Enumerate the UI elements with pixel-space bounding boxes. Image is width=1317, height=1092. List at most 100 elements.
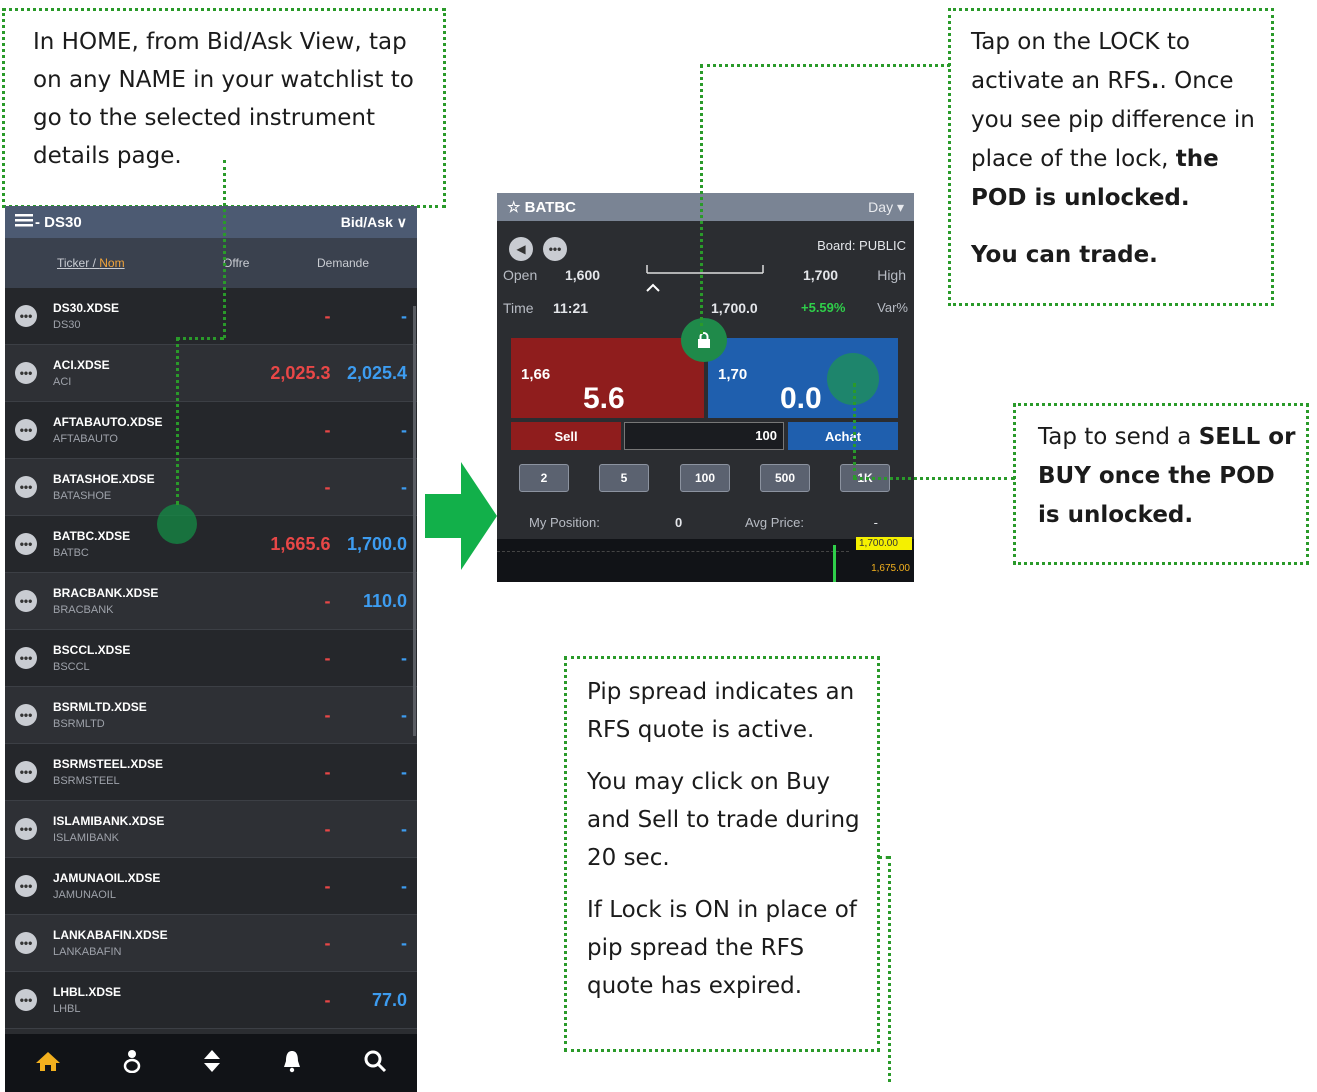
ticker-name[interactable]: ISLAMIBANK [53,832,225,844]
list-item[interactable]: ••• AFTABAUTO.XDSE AFTABAUTO - - [5,402,417,459]
ticker-cell[interactable]: LANKABAFIN.XDSE LANKABAFIN [53,928,225,958]
buy-price-big: 0.0 [780,382,822,415]
list-item[interactable]: ••• JAMUNAOIL.XDSE JAMUNAOIL - - [5,858,417,915]
sell-button[interactable]: Sell [511,422,621,450]
ticker-name[interactable]: JAMUNAOIL [53,889,225,901]
more-icon[interactable]: ••• [15,533,37,555]
ticker-name[interactable]: BSCCL [53,661,225,673]
high-label: High [877,267,906,283]
ticker-cell[interactable]: BSRMSTEEL.XDSE BSRMSTEEL [53,757,225,787]
ticker-symbol[interactable]: LHBL.XDSE [53,985,225,999]
ticker-cell[interactable]: ISLAMIBANK.XDSE ISLAMIBANK [53,814,225,844]
ticker-symbol[interactable]: BSCCL.XDSE [53,643,225,657]
more-icon[interactable]: ••• [15,875,37,897]
more-icon[interactable]: ••• [15,362,37,384]
ticker-cell[interactable]: BRACBANK.XDSE BRACBANK [53,586,225,616]
ticker-symbol[interactable]: BRACBANK.XDSE [53,586,225,600]
ticker-cell[interactable]: BSCCL.XDSE BSCCL [53,643,225,673]
ticker-name[interactable]: BSRMLTD [53,718,225,730]
more-icon[interactable]: ••• [15,476,37,498]
ticker-name[interactable]: BATBC [53,547,225,559]
bid-value: - [324,476,331,497]
more-icon[interactable]: ••• [15,989,37,1011]
instrument-title[interactable]: ☆ BATBC [507,198,576,216]
ticker-name[interactable]: LHBL [53,1003,225,1015]
ticker-cell[interactable]: BATASHOE.XDSE BATASHOE [53,472,225,502]
list-item[interactable]: ••• ACI.XDSE ACI 2,025.3 2,025.4 [5,345,417,402]
ticker-name[interactable]: DS30 [53,319,225,331]
quantity-input[interactable]: 100 [624,422,784,450]
ticker-name[interactable]: BRACBANK [53,604,225,616]
more-icon[interactable]: ••• [543,237,567,261]
ticker-cell[interactable]: DS30.XDSE DS30 [53,301,225,331]
list-item[interactable]: ••• LHBL.XDSE LHBL - 77.0 [5,972,417,1029]
more-icon[interactable]: ••• [15,590,37,612]
watchlist-title-group[interactable]: - DS30 [15,213,82,231]
chart-price-tag-low: 1,675.00 [871,563,910,574]
connector-line [853,477,1015,480]
more-icon[interactable]: ••• [15,647,37,669]
ask-value: - [401,476,408,497]
buy-button[interactable]: Achat [788,422,898,450]
ticker-cell[interactable]: BATBC.XDSE BATBC [53,529,225,559]
list-item[interactable]: ••• BSRMLTD.XDSE BSRMLTD - - [5,687,417,744]
ask-value: 2,025.4 [346,362,408,383]
ticker-symbol[interactable]: DS30.XDSE [53,301,225,315]
sell-price-pod[interactable]: 1,66 5.6 [511,338,704,418]
ticker-name[interactable]: LANKABAFIN [53,946,225,958]
view-selector[interactable]: Bid/Ask ∨ [341,214,407,231]
list-item[interactable]: ••• BATASHOE.XDSE BATASHOE - - [5,459,417,516]
column-bid[interactable]: Offre [223,256,315,270]
ticker-name[interactable]: AFTABAUTO [53,433,225,445]
home-icon[interactable] [35,1050,61,1077]
list-item[interactable]: ••• LANKABAFIN.XDSE LANKABAFIN - - [5,915,417,972]
period-selector[interactable]: Day ▾ [868,199,904,216]
ticker-name[interactable]: BSRMSTEEL [53,775,225,787]
ticker-cell[interactable]: JAMUNAOIL.XDSE JAMUNAOIL [53,871,225,901]
sort-icon[interactable] [202,1049,222,1078]
scrollbar[interactable] [413,306,416,736]
ticker-symbol[interactable]: JAMUNAOIL.XDSE [53,871,225,885]
quick-qty-button[interactable]: 5 [599,464,649,492]
ticker-cell[interactable]: LHBL.XDSE LHBL [53,985,225,1015]
connector-line [223,160,226,338]
quick-qty-button[interactable]: 2 [519,464,569,492]
column-ask[interactable]: Demande [317,256,369,270]
list-item[interactable]: ••• ISLAMIBANK.XDSE ISLAMIBANK - - [5,801,417,858]
ticker-symbol[interactable]: BSRMLTD.XDSE [53,700,225,714]
more-icon[interactable]: ••• [15,305,37,327]
ticker-symbol[interactable]: BSRMSTEEL.XDSE [53,757,225,771]
lock-button[interactable] [681,318,727,362]
menu-icon[interactable] [15,213,33,231]
column-ticker-name[interactable]: Ticker / Nom [57,256,223,270]
ticker-symbol[interactable]: BATASHOE.XDSE [53,472,225,486]
quick-qty-button[interactable]: 500 [760,464,810,492]
ticker-cell[interactable]: BSRMLTD.XDSE BSRMLTD [53,700,225,730]
column-ticker[interactable]: Ticker [57,256,89,270]
person-icon[interactable] [122,1049,142,1078]
more-icon[interactable]: ••• [15,818,37,840]
bell-icon[interactable] [282,1049,302,1078]
quick-qty-button[interactable]: 100 [680,464,730,492]
more-icon[interactable]: ••• [15,419,37,441]
ticker-cell[interactable]: ACI.XDSE ACI [53,358,225,388]
ticker-symbol[interactable]: LANKABAFIN.XDSE [53,928,225,942]
ticker-name[interactable]: ACI [53,376,225,388]
list-item[interactable]: ••• BSCCL.XDSE BSCCL - - [5,630,417,687]
ticker-name[interactable]: BATASHOE [53,490,225,502]
more-icon[interactable]: ••• [15,704,37,726]
column-name[interactable]: Nom [99,256,124,270]
list-item[interactable]: ••• BSRMSTEEL.XDSE BSRMSTEEL - - [5,744,417,801]
list-item[interactable]: ••• BATBC.XDSE BATBC 1,665.6 1,700.0 [5,516,417,573]
ticker-symbol[interactable]: ACI.XDSE [53,358,225,372]
more-icon[interactable]: ••• [15,761,37,783]
period-label: Day [868,198,894,215]
ticker-symbol[interactable]: ISLAMIBANK.XDSE [53,814,225,828]
ticker-symbol[interactable]: AFTABAUTO.XDSE [53,415,225,429]
megaphone-icon[interactable]: ◀ [509,237,533,261]
ticker-symbol[interactable]: BATBC.XDSE [53,529,225,543]
ticker-cell[interactable]: AFTABAUTO.XDSE AFTABAUTO [53,415,225,445]
list-item[interactable]: ••• BRACBANK.XDSE BRACBANK - 110.0 [5,573,417,630]
search-icon[interactable] [363,1049,387,1078]
more-icon[interactable]: ••• [15,932,37,954]
